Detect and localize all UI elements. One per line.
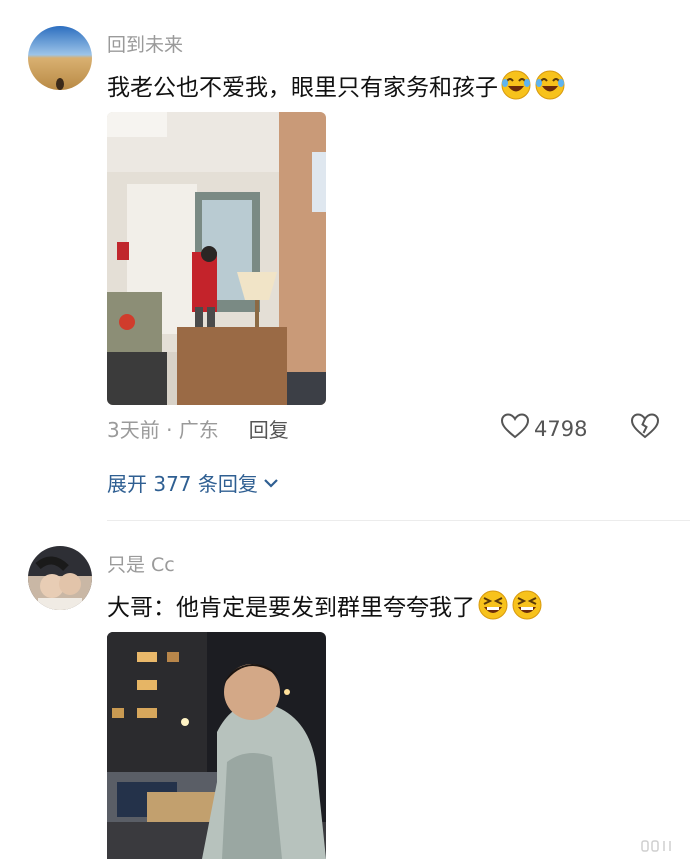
comment-text-content: 我老公也不爱我，眼里只有家务和孩子	[107, 75, 498, 101]
divider	[107, 520, 690, 521]
avatar[interactable]	[28, 26, 92, 90]
expand-replies-link[interactable]: 展开 377 条回复	[107, 468, 280, 497]
reply-button[interactable]: 回复	[249, 418, 289, 442]
comment-photo[interactable]	[107, 112, 326, 405]
comment-text: 大哥：他肯定是要发到群里夸夸我了	[107, 588, 543, 622]
grinning-squint-emoji-icon	[477, 589, 509, 621]
like-button[interactable]: 4798	[500, 412, 587, 445]
time-location: 3天前 · 广东	[107, 418, 219, 442]
comment-text-content: 大哥：他肯定是要发到群里夸夸我了	[107, 595, 475, 621]
username[interactable]: 只是 Cc	[107, 550, 175, 577]
heart-icon	[500, 412, 534, 445]
username[interactable]: 回到未来	[107, 30, 183, 57]
rolling-laughing-emoji-icon	[500, 69, 532, 101]
grinning-squint-emoji-icon	[511, 589, 543, 621]
chevron-down-icon	[262, 474, 280, 492]
avatar[interactable]	[28, 546, 92, 610]
comment-text: 我老公也不爱我，眼里只有家务和孩子	[107, 68, 566, 102]
expand-replies-label: 展开 377 条回复	[107, 472, 258, 496]
like-count: 4798	[534, 416, 588, 441]
weibo-watermark-icon	[640, 838, 680, 854]
rolling-laughing-emoji-icon	[534, 69, 566, 101]
broken-heart-icon[interactable]	[630, 412, 660, 444]
comment-photo[interactable]	[107, 632, 326, 859]
comment-meta: 3天前 · 广东 回复	[107, 414, 289, 443]
